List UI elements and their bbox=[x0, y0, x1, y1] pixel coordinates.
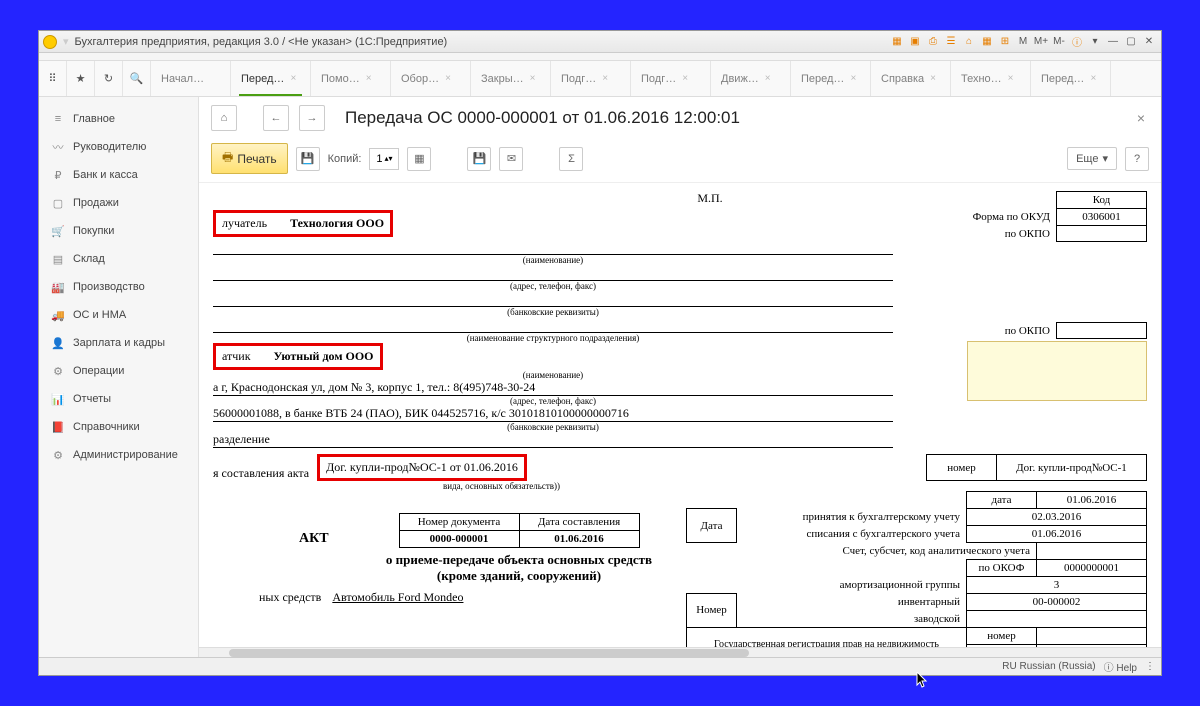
forward-button[interactable]: → bbox=[299, 105, 325, 131]
gear-icon: ⚙ bbox=[51, 448, 65, 462]
sidebar-item[interactable]: 〰Руководителю bbox=[39, 133, 198, 161]
document-area: М.П. лучатель Технология ООО (наименован… bbox=[199, 183, 1161, 647]
grid-icon[interactable]: ⠿ bbox=[39, 61, 67, 96]
toolbar-icon[interactable]: ⎙ bbox=[925, 34, 941, 50]
maximize-button[interactable]: ▢ bbox=[1123, 34, 1139, 50]
window-title: Бухгалтерия предприятия, редакция 3.0 / … bbox=[75, 36, 889, 48]
sidebar-item[interactable]: 📕Справочники bbox=[39, 413, 198, 441]
tab[interactable]: Помо…× bbox=[311, 61, 391, 96]
tab[interactable]: Перед…× bbox=[1031, 61, 1111, 96]
tab[interactable]: Перед…× bbox=[791, 61, 871, 96]
tab[interactable]: Техно…× bbox=[951, 61, 1031, 96]
table-button[interactable]: ▦ bbox=[407, 147, 431, 171]
printer-icon: 🖶 bbox=[222, 148, 233, 169]
akt-title: АКТ bbox=[299, 531, 329, 547]
toolbar-icon[interactable]: ⌂ bbox=[961, 34, 977, 50]
sidebar-item[interactable]: ⚙Операции bbox=[39, 357, 198, 385]
info-icon[interactable]: ⓘ bbox=[1069, 34, 1085, 50]
sidebar-item[interactable]: ⚙Администрирование bbox=[39, 441, 198, 469]
calc-m-minus[interactable]: M- bbox=[1051, 34, 1067, 50]
star-icon[interactable]: ▾ bbox=[63, 35, 69, 48]
highlight-recipient: лучатель Технология ООО bbox=[213, 210, 393, 237]
sidebar-item[interactable]: 🏭Производство bbox=[39, 273, 198, 301]
toolbar-icon[interactable]: ▣ bbox=[907, 34, 923, 50]
tabs-row: ⠿ ★ ↻ 🔍 Начал… Перед…× Помо…× Обор…× Зак… bbox=[39, 61, 1161, 97]
content-header: ⌂ ← → Передача ОС 0000-000001 от 01.06.2… bbox=[199, 97, 1161, 139]
sidebar-item[interactable]: 🚚ОС и НМА bbox=[39, 301, 198, 329]
menu-icon[interactable]: ⋮ bbox=[1145, 661, 1155, 672]
disk-button[interactable]: 💾 bbox=[467, 147, 491, 171]
toolbar-icon[interactable]: ⊞ bbox=[997, 34, 1013, 50]
more-button[interactable]: Еще▾ bbox=[1067, 147, 1117, 170]
highlight-contract: Дог. купли-прод№ОС-1 от 01.06.2016 bbox=[317, 454, 527, 481]
print-button[interactable]: 🖶Печать bbox=[211, 143, 288, 174]
toolbar-icon[interactable]: ▦ bbox=[889, 34, 905, 50]
save-button[interactable]: 💾 bbox=[296, 147, 320, 171]
sidebar-item[interactable]: ▤Склад bbox=[39, 245, 198, 273]
chart-icon: 〰 bbox=[51, 140, 65, 154]
titlebar: ▾ Бухгалтерия предприятия, редакция 3.0 … bbox=[39, 31, 1161, 53]
ops-icon: ⚙ bbox=[51, 364, 65, 378]
tab[interactable]: Закры…× bbox=[471, 61, 551, 96]
mail-button[interactable]: ✉ bbox=[499, 147, 523, 171]
minimize-button[interactable]: — bbox=[1105, 34, 1121, 50]
close-icon[interactable]: × bbox=[1133, 110, 1149, 126]
mp-label: М.П. bbox=[513, 191, 907, 206]
sidebar-item[interactable]: ≡Главное bbox=[39, 105, 198, 133]
yellow-highlight bbox=[967, 341, 1147, 401]
close-button[interactable]: ✕ bbox=[1141, 34, 1157, 50]
tab[interactable]: Справка× bbox=[871, 61, 951, 96]
app-icon bbox=[43, 35, 57, 49]
cart-icon: 🛒 bbox=[51, 224, 65, 238]
help-link[interactable]: ⓘ Help bbox=[1104, 659, 1137, 674]
sidebar-item[interactable]: ▢Продажи bbox=[39, 189, 198, 217]
language-indicator[interactable]: RU Russian (Russia) bbox=[1002, 661, 1095, 672]
home-button[interactable]: ⌂ bbox=[211, 105, 237, 131]
history-icon[interactable]: ↻ bbox=[95, 61, 123, 96]
truck-icon: 🚚 bbox=[51, 308, 65, 322]
warehouse-icon: ▤ bbox=[51, 252, 65, 266]
ruble-icon: ₽ bbox=[51, 168, 65, 182]
book-icon: 📕 bbox=[51, 420, 65, 434]
print-bar: 🖶Печать 💾 Копий: 1▴▾ ▦ 💾 ✉ Σ Еще▾ ? bbox=[199, 139, 1161, 183]
tab-active[interactable]: Перед…× bbox=[231, 61, 311, 96]
sidebar-item[interactable]: 🛒Покупки bbox=[39, 217, 198, 245]
sidebar-item[interactable]: 📊Отчеты bbox=[39, 385, 198, 413]
mouse-cursor bbox=[916, 672, 930, 690]
page-title: Передача ОС 0000-000001 от 01.06.2016 12… bbox=[345, 108, 1123, 128]
factory-icon: 🏭 bbox=[51, 280, 65, 294]
tab[interactable]: Обор…× bbox=[391, 61, 471, 96]
tab[interactable]: Подг…× bbox=[631, 61, 711, 96]
statusbar: RU Russian (Russia) ⓘ Help ⋮ bbox=[39, 657, 1161, 675]
tab[interactable]: Начал… bbox=[151, 61, 231, 96]
copies-label: Копий: bbox=[328, 153, 362, 165]
report-icon: 📊 bbox=[51, 392, 65, 406]
dropdown-icon[interactable]: ▾ bbox=[1087, 34, 1103, 50]
sidebar: ≡Главное 〰Руководителю ₽Банк и касса ▢Пр… bbox=[39, 97, 199, 657]
tab[interactable]: Подг…× bbox=[551, 61, 631, 96]
horizontal-scrollbar[interactable] bbox=[199, 647, 1161, 657]
tab[interactable]: Движ…× bbox=[711, 61, 791, 96]
highlight-sender: атчик Уютный дом ООО bbox=[213, 343, 383, 370]
help-button[interactable]: ? bbox=[1125, 147, 1149, 171]
copies-input[interactable]: 1▴▾ bbox=[369, 148, 399, 170]
toolbar-strip bbox=[39, 53, 1161, 61]
search-icon[interactable]: 🔍 bbox=[123, 61, 151, 96]
sidebar-item[interactable]: ₽Банк и касса bbox=[39, 161, 198, 189]
sigma-button[interactable]: Σ bbox=[559, 147, 583, 171]
person-icon: 👤 bbox=[51, 336, 65, 350]
star-icon[interactable]: ★ bbox=[67, 61, 95, 96]
toolbar-icon[interactable]: ▦ bbox=[979, 34, 995, 50]
calc-m-plus[interactable]: M+ bbox=[1033, 34, 1049, 50]
toolbar-icon[interactable]: ☰ bbox=[943, 34, 959, 50]
calc-m[interactable]: M bbox=[1015, 34, 1031, 50]
back-button[interactable]: ← bbox=[263, 105, 289, 131]
box-icon: ▢ bbox=[51, 196, 65, 210]
menu-icon: ≡ bbox=[51, 112, 65, 126]
sidebar-item[interactable]: 👤Зарплата и кадры bbox=[39, 329, 198, 357]
